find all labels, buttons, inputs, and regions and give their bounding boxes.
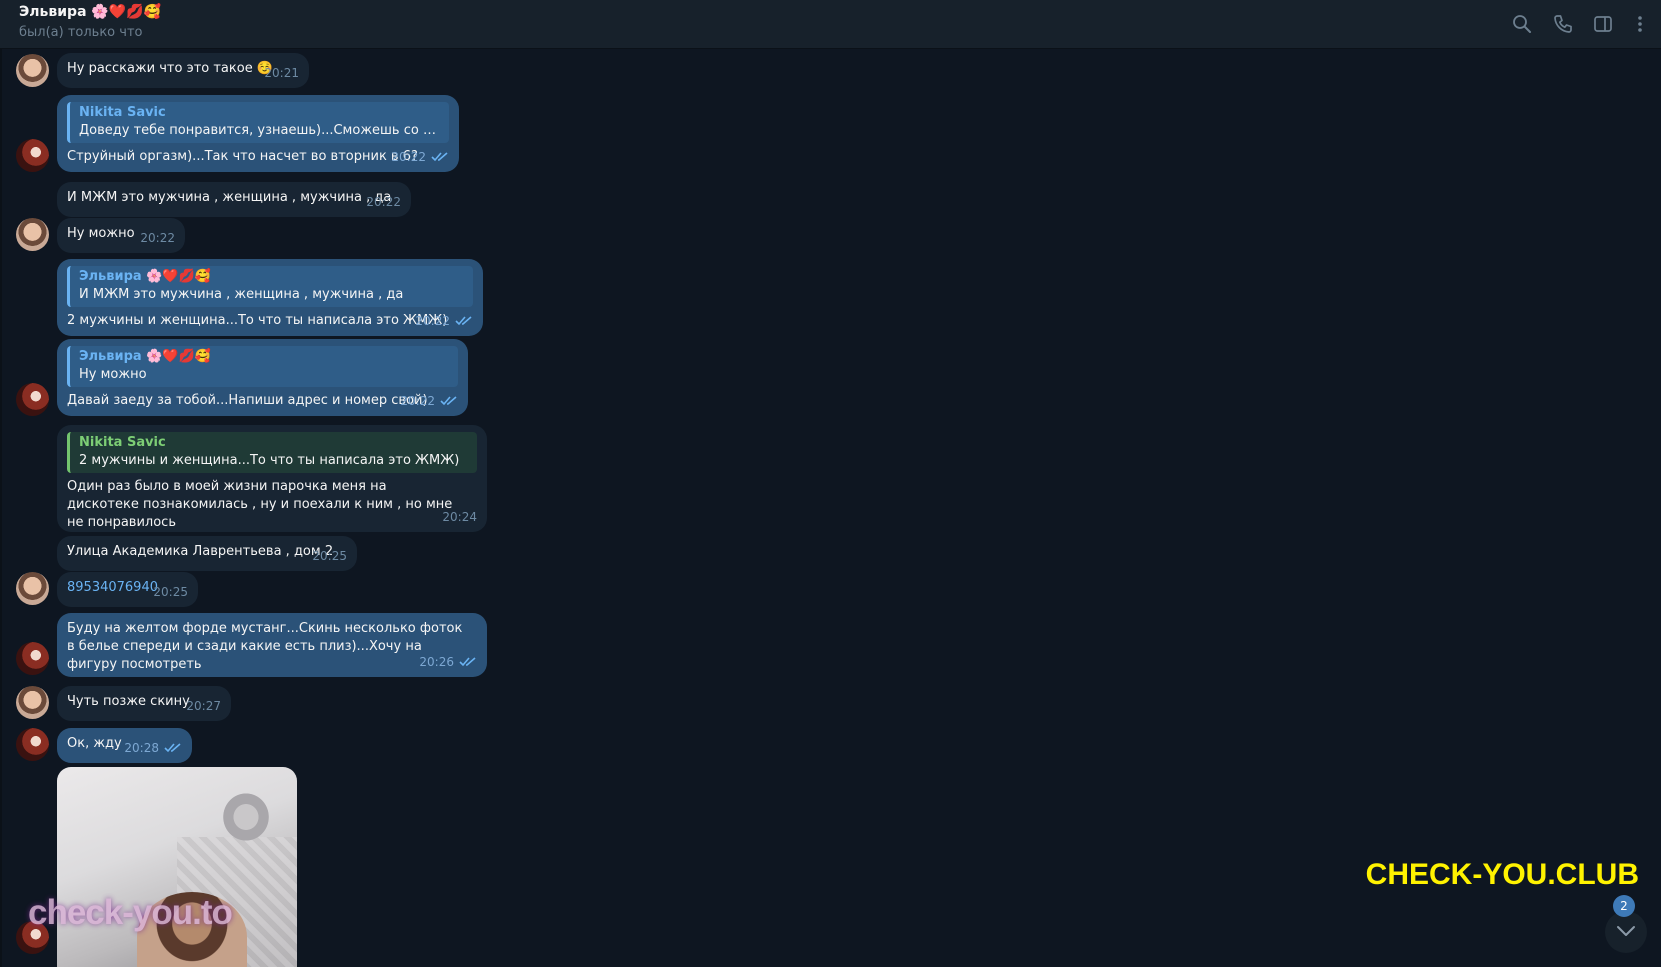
photo-chandelier <box>217 787 275 847</box>
double-check-icon <box>455 315 473 326</box>
unread-count-badge: 2 <box>1613 895 1635 917</box>
avatar[interactable] <box>16 642 49 675</box>
reply-author: Эльвира 🌸❤️💋🥰 <box>79 349 211 364</box>
double-check-icon <box>440 395 458 406</box>
reply-text: И МЖМ это мужчина , женщина , мужчина , … <box>79 287 404 302</box>
left-divider <box>0 49 2 967</box>
message-text: И МЖМ это мужчина , женщина , мужчина , … <box>67 190 392 205</box>
photo-message[interactable] <box>57 767 297 967</box>
sidebar-toggle-icon[interactable] <box>1593 14 1613 34</box>
message-time: 20:21 <box>264 66 299 80</box>
message-bubble[interactable]: Ну можно 20:22 <box>57 218 185 253</box>
message-text: Улица Академика Лаврентьева , дом 2 <box>67 544 334 559</box>
message-meta: 20:28 <box>124 739 182 757</box>
watermark-right: CHECK-YOU.CLUB <box>1365 858 1639 891</box>
double-check-icon <box>459 656 477 667</box>
avatar[interactable] <box>16 572 49 605</box>
message-meta: 20:26 <box>419 653 477 671</box>
more-vertical-icon[interactable] <box>1630 14 1650 34</box>
avatar[interactable] <box>16 383 49 416</box>
phone-icon[interactable] <box>1553 14 1573 34</box>
double-check-icon <box>431 151 449 162</box>
reply-preview[interactable]: Эльвира 🌸❤️💋🥰 И МЖМ это мужчина , женщин… <box>67 266 473 307</box>
message-bubble[interactable]: Буду на желтом форде мустанг...Скинь нес… <box>57 613 487 677</box>
chat-title[interactable]: Эльвира 🌸❤️💋🥰 <box>19 4 161 20</box>
message-time: 20:22 <box>415 314 450 328</box>
message-time: 20:22 <box>366 195 401 209</box>
message-time: 20:28 <box>124 741 159 755</box>
reply-preview[interactable]: Nikita Savic 2 мужчины и женщина...То чт… <box>67 432 477 473</box>
message-time: 20:24 <box>442 510 477 524</box>
avatar[interactable] <box>16 139 49 172</box>
reply-author: Эльвира 🌸❤️💋🥰 <box>79 269 211 284</box>
message-bubble[interactable]: Ну расскажи что это такое ☺️ 20:21 <box>57 53 309 88</box>
avatar[interactable] <box>16 728 49 761</box>
message-bubble[interactable]: И МЖМ это мужчина , женщина , мужчина , … <box>57 182 411 217</box>
message-meta: 20:22 <box>400 392 458 410</box>
message-time: 20:26 <box>419 655 454 669</box>
message-text: Один раз было в моей жизни парочка меня … <box>67 479 453 530</box>
avatar[interactable] <box>16 54 49 87</box>
reply-author: Nikita Savic <box>79 435 166 450</box>
message-bubble[interactable]: Nikita Savic 2 мужчины и женщина...То чт… <box>57 425 487 532</box>
scroll-down-button[interactable] <box>1605 911 1647 953</box>
avatar[interactable] <box>16 686 49 719</box>
reply-author: Nikita Savic <box>79 105 166 120</box>
double-check-icon <box>164 742 182 753</box>
reply-preview[interactable]: Эльвира 🌸❤️💋🥰 Ну можно <box>67 346 458 387</box>
last-seen-status: был(а) только что <box>19 25 143 40</box>
message-time: 20:25 <box>312 549 347 563</box>
reply-text: 2 мужчины и женщина...То что ты написала… <box>79 453 460 468</box>
message-text: 2 мужчины и женщина...То что ты написала… <box>67 313 448 328</box>
reply-text: Доведу тебе понравится, узнаешь)...Сможе… <box>79 123 441 138</box>
avatar[interactable] <box>16 218 49 251</box>
chat-window: Эльвира 🌸❤️💋🥰 был(а) только что Ну расск… <box>0 0 1661 967</box>
message-text: Буду на желтом форде мустанг...Скинь нес… <box>67 621 463 672</box>
chevron-down-icon <box>1617 926 1635 936</box>
message-time: 20:22 <box>391 150 426 164</box>
message-meta: 20:22 <box>415 312 473 330</box>
message-bubble[interactable]: Улица Академика Лаврентьева , дом 2 20:2… <box>57 536 357 571</box>
chat-header: Эльвира 🌸❤️💋🥰 был(а) только что <box>0 0 1661 49</box>
reply-preview[interactable]: Nikita Savic Доведу тебе понравится, узн… <box>67 102 449 143</box>
message-bubble[interactable]: Чуть позже скину 20:27 <box>57 686 231 721</box>
message-bubble[interactable]: Эльвира 🌸❤️💋🥰 И МЖМ это мужчина , женщин… <box>57 259 483 336</box>
search-icon[interactable] <box>1512 14 1532 34</box>
message-meta: 20:22 <box>391 148 449 166</box>
message-bubble[interactable]: Эльвира 🌸❤️💋🥰 Ну можно Давай заеду за то… <box>57 339 468 416</box>
message-text: Давай заеду за тобой...Напиши адрес и но… <box>67 393 428 408</box>
message-time: 20:27 <box>186 699 221 713</box>
message-time: 20:22 <box>400 394 435 408</box>
message-bubble[interactable]: 89534076940 20:25 <box>57 572 198 607</box>
message-bubble[interactable]: Ок, жду 20:28 <box>57 728 192 763</box>
reply-text: Ну можно <box>79 367 147 382</box>
message-time: 20:25 <box>153 585 188 599</box>
message-time: 20:22 <box>140 231 175 245</box>
message-bubble[interactable]: Nikita Savic Доведу тебе понравится, узн… <box>57 95 459 172</box>
watermark-left: check-you.to <box>28 893 233 932</box>
